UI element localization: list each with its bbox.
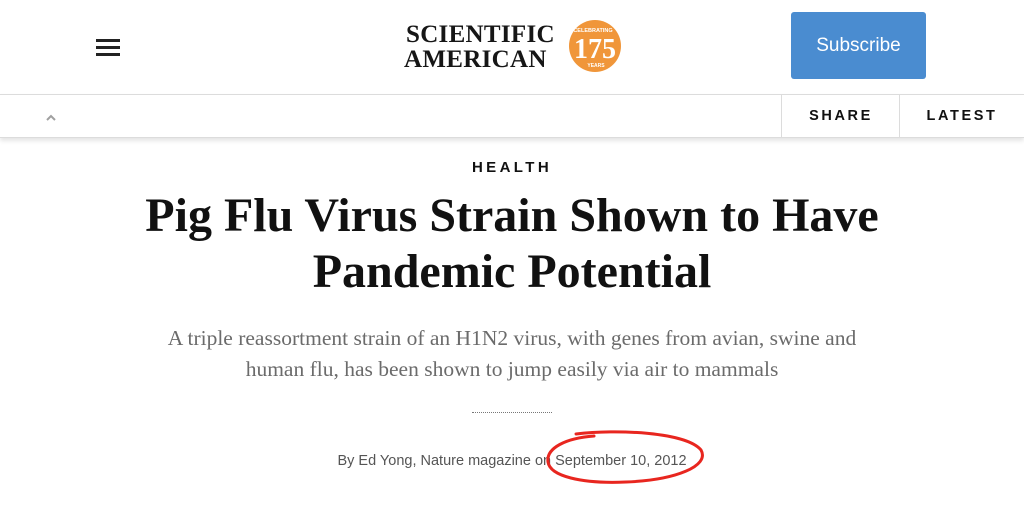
subscribe-button[interactable]: Subscribe (791, 12, 926, 79)
byline-prefix: By (337, 453, 359, 469)
hamburger-menu-icon[interactable] (88, 30, 128, 64)
author-link[interactable]: Ed Yong (358, 453, 412, 469)
byline-separator: , (412, 453, 421, 469)
menu-bar (96, 39, 120, 42)
badge-bottom-text: YEARS (587, 63, 605, 69)
title-line-1: Pig Flu Virus Strain Shown to Have (145, 189, 879, 242)
menu-bar (96, 46, 120, 49)
category-label[interactable]: HEALTH (0, 159, 1024, 176)
chevron-up-icon[interactable] (40, 107, 62, 127)
article-title: Pig Flu Virus Strain Shown to Have Pande… (62, 188, 962, 300)
share-button[interactable]: SHARE (781, 95, 900, 137)
date-highlight-circle (546, 430, 704, 484)
publication-name: Nature magazine (420, 453, 531, 469)
anniversary-badge: CELEBRATING 175 YEARS (569, 20, 621, 72)
site-logo[interactable]: SCIENTIFIC AMERICAN CELEBRATING 175 YEAR… (404, 16, 624, 78)
divider (472, 412, 552, 413)
chevron-up-glyph (46, 114, 56, 121)
dek-line-1: A triple reassortment strain of an H1N2 … (167, 326, 857, 350)
article-dek: A triple reassortment strain of an H1N2 … (100, 323, 924, 385)
logo-line-1: SCIENTIFIC (406, 21, 555, 48)
logo-line-2: AMERICAN (404, 46, 547, 73)
title-line-2: Pandemic Potential (312, 245, 712, 298)
menu-bar (96, 53, 120, 56)
sub-nav: SHARE LATEST (0, 94, 1024, 138)
badge-number: 175 (574, 34, 616, 65)
dek-line-2: human flu, has been shown to jump easily… (245, 357, 779, 381)
latest-button[interactable]: LATEST (899, 95, 1024, 137)
byline: By Ed Yong, Nature magazine on September… (0, 453, 1024, 469)
top-header: SCIENTIFIC AMERICAN CELEBRATING 175 YEAR… (0, 0, 1024, 94)
